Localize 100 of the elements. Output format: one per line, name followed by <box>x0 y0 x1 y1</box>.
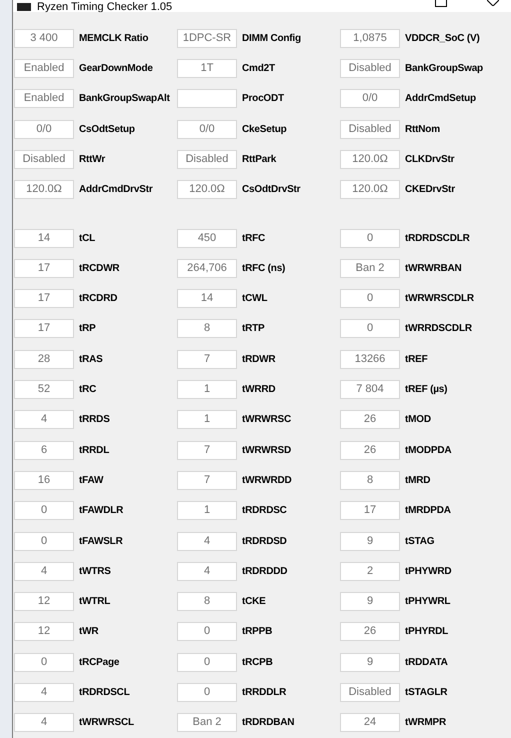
value-field[interactable]: 12 <box>14 592 74 612</box>
field-label: tMOD <box>405 413 431 428</box>
value-field[interactable]: 6 <box>14 440 74 460</box>
field-label: RttNom <box>405 122 440 137</box>
value-field[interactable]: 0 <box>340 319 400 338</box>
value-field[interactable]: 14 <box>14 228 74 248</box>
value-field[interactable]: 26 <box>340 622 400 642</box>
value-field[interactable]: 0 <box>177 622 237 642</box>
value-field[interactable]: Disabled <box>340 59 400 78</box>
field-label: tWRWRBAN <box>405 262 462 276</box>
value-field[interactable]: 13266 <box>340 350 400 369</box>
field-label: tWRRD <box>242 383 276 398</box>
value-field[interactable]: Disabled <box>177 150 237 169</box>
field-label: tRTP <box>242 322 265 336</box>
field-label: tRCPage <box>79 656 120 670</box>
value-field[interactable]: 7 804 <box>340 380 400 400</box>
value-field[interactable]: 0/0 <box>14 120 74 139</box>
value-field[interactable]: 0 <box>177 683 237 702</box>
field-label: tRC <box>79 383 96 398</box>
value-field[interactable]: 0/0 <box>340 89 400 108</box>
value-field[interactable]: Ban 2 <box>340 258 400 278</box>
value-field[interactable]: 0 <box>340 289 400 308</box>
value-field[interactable]: 3 400 <box>14 28 74 48</box>
value-field[interactable]: 4 <box>177 562 237 581</box>
value-field[interactable]: 24 <box>340 713 400 732</box>
value-field[interactable]: 52 <box>14 380 74 400</box>
value-field[interactable]: 0/0 <box>177 120 237 139</box>
value-field[interactable]: 120.0Ω <box>177 180 237 200</box>
field-label: CsOdtSetup <box>79 122 135 137</box>
field-label: CLKDrvStr <box>405 153 454 167</box>
field-label: Cmd2T <box>242 62 275 76</box>
value-field[interactable]: 0 <box>14 501 74 520</box>
value-field[interactable]: 9 <box>340 592 400 612</box>
value-field[interactable]: 17 <box>14 319 74 338</box>
value-field[interactable]: 17 <box>14 258 74 278</box>
value-field[interactable]: 120.0Ω <box>340 180 400 200</box>
value-field[interactable]: 4 <box>14 713 74 732</box>
value-field[interactable]: 0 <box>340 228 400 248</box>
value-field[interactable]: 1,0875 <box>340 28 400 48</box>
field-label: tRDRDSCDLR <box>405 232 470 246</box>
value-field[interactable]: 0 <box>14 532 74 551</box>
value-field[interactable]: 12 <box>14 622 74 642</box>
field-label: tMRD <box>405 474 430 488</box>
field-label: AddrCmdSetup <box>405 92 476 106</box>
value-field[interactable]: Disabled <box>14 150 74 169</box>
value-field[interactable]: 4 <box>14 410 74 430</box>
value-field[interactable]: 8 <box>177 319 237 338</box>
field-label: tRDDATA <box>405 656 448 670</box>
window-title: Ryzen Timing Checker 1.05 <box>37 0 172 12</box>
value-field[interactable]: 0 <box>14 652 74 672</box>
field-label: tSTAG <box>405 534 434 549</box>
field-label: RttPark <box>242 153 276 167</box>
field-label: tCL <box>79 232 96 246</box>
value-field[interactable]: 1T <box>177 59 237 78</box>
value-field[interactable]: 17 <box>14 289 74 308</box>
field-label: tPHYWRL <box>405 595 450 610</box>
value-field[interactable]: 8 <box>177 592 237 612</box>
value-field[interactable]: 14 <box>177 289 237 308</box>
field-label: tMRDPDA <box>405 504 451 518</box>
value-field[interactable]: Enabled <box>14 89 74 108</box>
value-field[interactable]: 450 <box>177 228 237 248</box>
value-field[interactable]: 16 <box>14 470 74 490</box>
value-field[interactable]: 1 <box>177 410 237 430</box>
value-field[interactable]: 26 <box>340 410 400 430</box>
value-field[interactable]: 7 <box>177 350 237 369</box>
value-field[interactable]: 9 <box>340 532 400 551</box>
field-label: tRDRDDD <box>242 564 288 579</box>
value-field[interactable]: 28 <box>14 350 74 369</box>
field-label: GearDownMode <box>79 62 153 76</box>
value-field[interactable]: 9 <box>340 652 400 672</box>
value-field[interactable]: 4 <box>14 562 74 581</box>
value-field[interactable]: 1 <box>177 380 237 400</box>
field-label: tWRWRSCDLR <box>405 292 474 306</box>
value-field[interactable]: 4 <box>14 683 74 702</box>
value-field[interactable]: 0 <box>177 652 237 672</box>
value-field[interactable]: 17 <box>340 501 400 520</box>
field-label: tRDRDBAN <box>242 716 294 730</box>
value-field[interactable]: 1 <box>177 501 237 520</box>
app-icon <box>17 3 31 11</box>
value-field[interactable]: 264,706 <box>177 258 237 278</box>
value-field[interactable]: Ban 2 <box>177 713 237 732</box>
value-field[interactable]: 2 <box>340 562 400 581</box>
value-field[interactable]: Disabled <box>340 683 400 702</box>
value-field[interactable]: 7 <box>177 440 237 460</box>
maximize-icon[interactable] <box>435 0 447 7</box>
value-field[interactable]: 120.0Ω <box>340 150 400 169</box>
field-label: tRRDDLR <box>242 686 286 700</box>
value-field[interactable]: Disabled <box>340 120 400 139</box>
value-field[interactable]: 1DPC-SR <box>177 28 237 48</box>
value-field[interactable] <box>177 89 237 108</box>
value-field[interactable]: 4 <box>177 532 237 551</box>
value-field[interactable]: 7 <box>177 470 237 490</box>
value-field[interactable]: 8 <box>340 470 400 490</box>
field-label: tRCDRD <box>79 292 118 306</box>
value-field[interactable]: Enabled <box>14 59 74 78</box>
field-label: tRDRDSD <box>242 534 287 549</box>
field-label: tWRMPR <box>405 716 446 730</box>
field-label: tREF (µs) <box>405 383 448 398</box>
value-field[interactable]: 120.0Ω <box>14 180 74 200</box>
value-field[interactable]: 26 <box>340 440 400 460</box>
